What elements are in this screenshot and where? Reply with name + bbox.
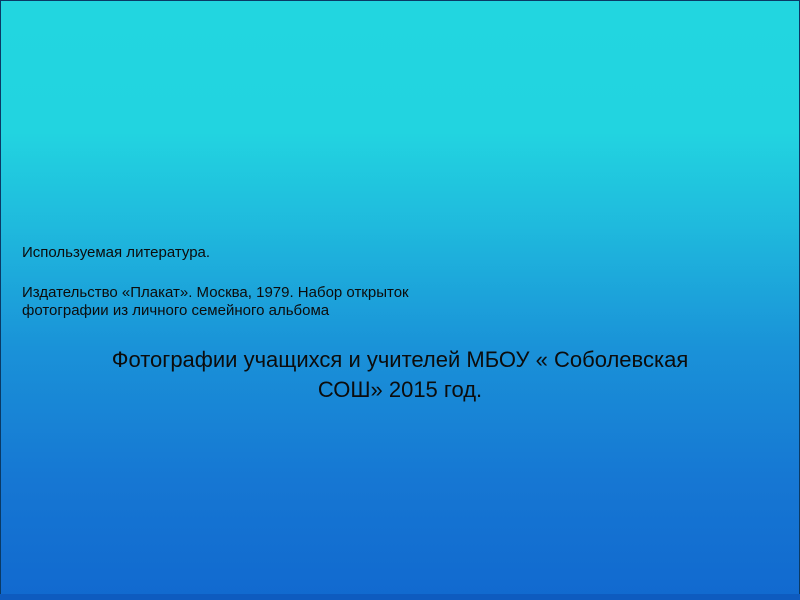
references-spacer bbox=[22, 262, 409, 284]
reference-item-publisher: Издательство «Плакат». Москва, 1979. Наб… bbox=[22, 284, 409, 301]
photo-caption-line-2: СОШ» 2015 год. bbox=[317, 377, 483, 402]
photo-caption: Фотографии учащихся и учителей МБОУ « Со… bbox=[20, 345, 780, 405]
reference-item-album: фотографии из личного семейного альбома bbox=[22, 302, 330, 319]
references-block: Используемая литература. Издательство «П… bbox=[22, 244, 409, 320]
photo-caption-line-1: Фотографии учащихся и учителей МБОУ « Со… bbox=[111, 347, 689, 372]
bottom-band bbox=[0, 594, 800, 600]
slide: Используемая литература. Издательство «П… bbox=[0, 0, 800, 600]
references-heading: Используемая литература. bbox=[22, 244, 211, 261]
